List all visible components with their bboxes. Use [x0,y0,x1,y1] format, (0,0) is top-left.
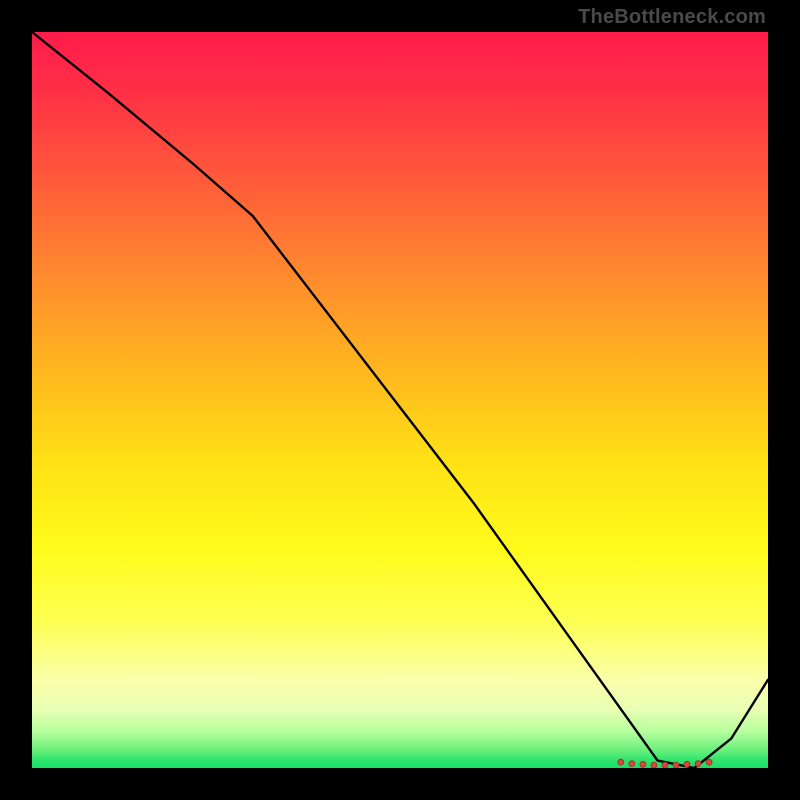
marker-dot [684,761,690,767]
marker-dot [673,762,679,768]
marker-dot [651,762,657,768]
marker-dot [640,761,646,767]
chart-frame: TheBottleneck.com [0,0,800,800]
chart-svg [32,32,768,768]
plot-area [32,32,768,768]
marker-dot [706,759,712,765]
marker-dot [662,762,668,768]
marker-dot [629,761,635,767]
marker-dot [695,761,701,767]
attribution-text: TheBottleneck.com [578,6,766,29]
bottom-marker-cluster [618,759,712,768]
bottleneck-curve [32,32,768,768]
marker-dot [618,759,624,765]
